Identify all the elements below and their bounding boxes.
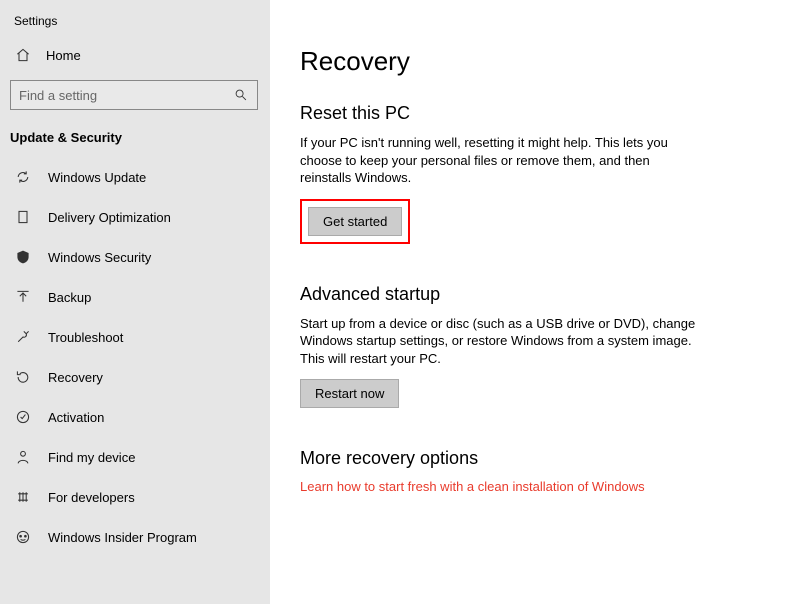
sidebar-item-windows-update[interactable]: Windows Update xyxy=(0,157,270,197)
sidebar-item-label: Activation xyxy=(48,410,104,425)
wrench-icon xyxy=(14,328,32,346)
sidebar-item-windows-security[interactable]: Windows Security xyxy=(0,237,270,277)
sidebar-item-activation[interactable]: Activation xyxy=(0,397,270,437)
sidebar-item-windows-insider[interactable]: Windows Insider Program xyxy=(0,517,270,557)
more-heading: More recovery options xyxy=(300,448,770,469)
search-icon xyxy=(233,87,249,103)
category-header: Update & Security xyxy=(0,124,270,157)
sidebar-item-label: Windows Update xyxy=(48,170,146,185)
activation-icon xyxy=(14,408,32,426)
delivery-icon xyxy=(14,208,32,226)
more-recovery-section: More recovery options Learn how to start… xyxy=(300,448,770,494)
insider-icon xyxy=(14,528,32,546)
sidebar-item-label: Windows Security xyxy=(48,250,151,265)
recovery-icon xyxy=(14,368,32,386)
fresh-start-link[interactable]: Learn how to start fresh with a clean in… xyxy=(300,479,770,494)
sidebar-item-label: Find my device xyxy=(48,450,135,465)
main-content: Recovery Reset this PC If your PC isn't … xyxy=(270,0,800,604)
sidebar-item-troubleshoot[interactable]: Troubleshoot xyxy=(0,317,270,357)
shield-icon xyxy=(14,248,32,266)
sidebar-item-for-developers[interactable]: For developers xyxy=(0,477,270,517)
developers-icon xyxy=(14,488,32,506)
sidebar-item-label: Recovery xyxy=(48,370,103,385)
sidebar-item-label: Windows Insider Program xyxy=(48,530,197,545)
find-device-icon xyxy=(14,448,32,466)
page-title: Recovery xyxy=(300,46,770,77)
advanced-startup-section: Advanced startup Start up from a device … xyxy=(300,284,770,409)
reset-pc-section: Reset this PC If your PC isn't running w… xyxy=(300,103,770,244)
app-title: Settings xyxy=(0,10,270,38)
sidebar: Settings Home Update & Security Windows … xyxy=(0,0,270,604)
highlight-annotation: Get started xyxy=(300,199,410,244)
home-label: Home xyxy=(46,48,81,63)
sidebar-item-backup[interactable]: Backup xyxy=(0,277,270,317)
get-started-button[interactable]: Get started xyxy=(308,207,402,236)
refresh-icon xyxy=(14,168,32,186)
sidebar-item-label: Delivery Optimization xyxy=(48,210,171,225)
home-icon xyxy=(14,46,32,64)
backup-icon xyxy=(14,288,32,306)
reset-heading: Reset this PC xyxy=(300,103,770,124)
reset-description: If your PC isn't running well, resetting… xyxy=(300,134,700,187)
sidebar-item-label: Troubleshoot xyxy=(48,330,123,345)
search-box[interactable] xyxy=(10,80,258,110)
advanced-description: Start up from a device or disc (such as … xyxy=(300,315,700,368)
sidebar-item-recovery[interactable]: Recovery xyxy=(0,357,270,397)
search-input[interactable] xyxy=(19,88,249,103)
advanced-heading: Advanced startup xyxy=(300,284,770,305)
sidebar-item-label: For developers xyxy=(48,490,135,505)
restart-now-button[interactable]: Restart now xyxy=(300,379,399,408)
nav-list: Windows Update Delivery Optimization Win… xyxy=(0,157,270,557)
sidebar-item-find-my-device[interactable]: Find my device xyxy=(0,437,270,477)
sidebar-item-delivery-optimization[interactable]: Delivery Optimization xyxy=(0,197,270,237)
sidebar-item-label: Backup xyxy=(48,290,91,305)
home-nav[interactable]: Home xyxy=(0,38,270,72)
